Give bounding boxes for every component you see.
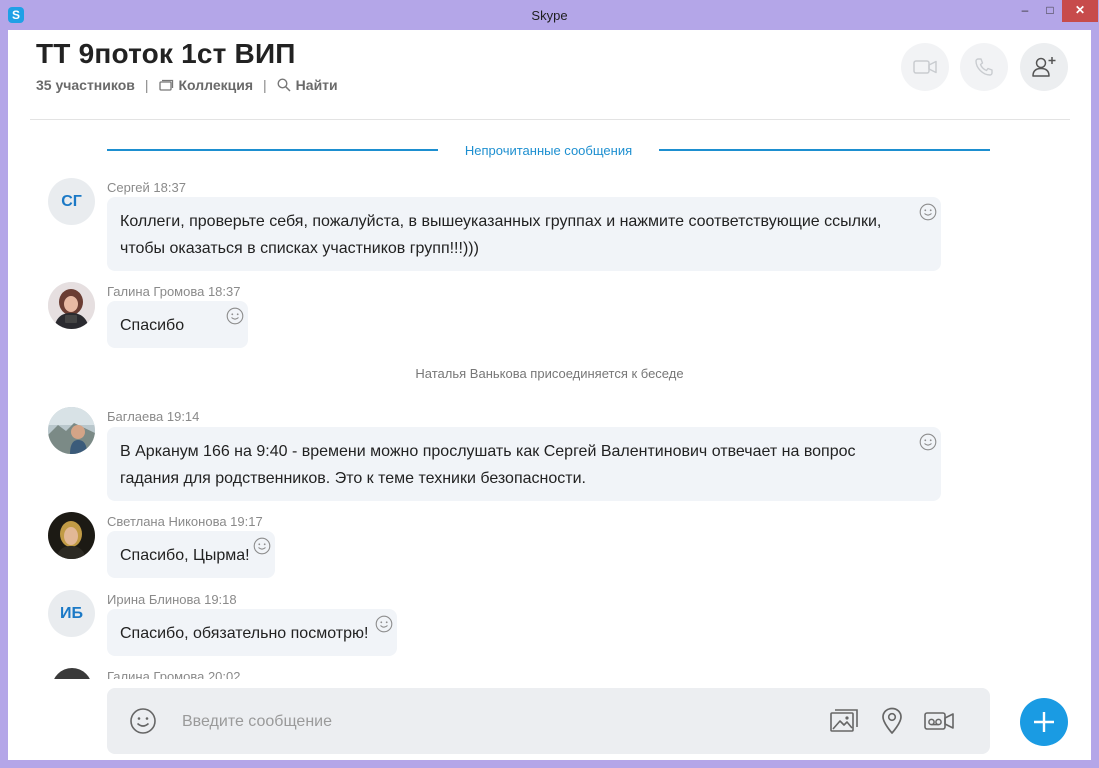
video-message-icon bbox=[924, 712, 954, 730]
message-bubble[interactable]: Коллеги, проверьте себя, пожалуйста, в в… bbox=[107, 197, 941, 271]
message-bubble[interactable]: Спасибо bbox=[107, 301, 248, 348]
plus-icon bbox=[1034, 712, 1054, 732]
avatar-photo-svetlana bbox=[48, 512, 95, 559]
chat-meta-bar: 35 участников | Коллекция | Найти bbox=[36, 77, 338, 93]
collection-label: Коллекция bbox=[178, 77, 254, 93]
message-meta-partial: Галина Громова 20:02 bbox=[107, 670, 241, 679]
message-text: Спасибо bbox=[120, 317, 185, 334]
system-message: Наталья Ванькова присоединяется к беседе bbox=[415, 366, 684, 381]
unread-divider-line bbox=[659, 149, 990, 151]
smiley-icon[interactable] bbox=[253, 537, 271, 555]
send-location-button[interactable] bbox=[876, 706, 908, 736]
minimize-button[interactable]: – bbox=[1012, 0, 1038, 22]
avatar-svetlana[interactable] bbox=[48, 512, 95, 559]
message-text: Спасибо, обязательно посмотрю! bbox=[120, 625, 369, 642]
message-bubble[interactable]: Спасибо, обязательно посмотрю! bbox=[107, 609, 397, 656]
avatar-galina[interactable] bbox=[48, 282, 95, 329]
maximize-button[interactable]: □ bbox=[1038, 0, 1062, 22]
chat-title[interactable]: ТТ 9поток 1ст ВИП bbox=[36, 38, 296, 70]
media-icon bbox=[830, 709, 858, 732]
message-bubble[interactable]: В Арканум 166 на 9:40 - времени можно пр… bbox=[107, 427, 941, 501]
location-icon bbox=[882, 707, 902, 734]
add-content-button[interactable] bbox=[1020, 698, 1068, 746]
video-call-icon bbox=[913, 60, 937, 74]
avatar-baglaeva[interactable] bbox=[48, 407, 95, 454]
message-meta: Сергей 18:37 bbox=[107, 180, 186, 195]
message-text: Коллеги, проверьте себя, пожалуйста, в в… bbox=[120, 213, 882, 257]
video-call-button[interactable] bbox=[901, 43, 949, 91]
audio-call-icon bbox=[975, 58, 993, 76]
search-label: Найти bbox=[295, 77, 338, 93]
search-icon bbox=[277, 78, 291, 92]
message-input-placeholder[interactable]: Введите сообщение bbox=[182, 713, 332, 731]
message-meta: Светлана Никонова 19:17 bbox=[107, 514, 263, 529]
meta-separator: | bbox=[144, 77, 149, 93]
message-bubble[interactable]: Спасибо, Цырма! bbox=[107, 531, 275, 578]
smiley-icon[interactable] bbox=[919, 203, 937, 221]
audio-call-button[interactable] bbox=[960, 43, 1008, 91]
add-people-button[interactable] bbox=[1020, 43, 1068, 91]
video-message-button[interactable] bbox=[923, 706, 955, 736]
collection-icon bbox=[158, 79, 173, 91]
unread-divider-line bbox=[107, 149, 438, 151]
message-meta: Ирина Блинова 19:18 bbox=[107, 592, 237, 607]
smiley-icon[interactable] bbox=[226, 307, 244, 325]
window-title: Skype bbox=[531, 8, 568, 23]
unread-divider-label: Непрочитанные сообщения bbox=[464, 143, 633, 158]
avatar-photo-galina bbox=[48, 282, 95, 329]
send-media-button[interactable] bbox=[828, 706, 860, 736]
header-divider bbox=[30, 119, 1070, 120]
message-text: В Арканум 166 на 9:40 - времени можно пр… bbox=[120, 443, 856, 487]
close-button[interactable]: ✕ bbox=[1062, 0, 1098, 22]
smiley-icon[interactable] bbox=[919, 433, 937, 451]
participants-count[interactable]: 35 участников bbox=[36, 77, 135, 93]
emoji-icon[interactable] bbox=[129, 707, 157, 735]
smiley-icon[interactable] bbox=[375, 615, 393, 633]
search-link[interactable]: Найти bbox=[277, 77, 338, 93]
message-composer[interactable]: Введите сообщение bbox=[107, 688, 990, 754]
chat-window: ТТ 9поток 1ст ВИП 35 участников | Коллек… bbox=[8, 30, 1091, 760]
meta-separator: | bbox=[263, 77, 267, 93]
avatar-photo-baglaeva bbox=[48, 407, 95, 454]
window-titlebar: S Skype – □ ✕ bbox=[0, 0, 1099, 30]
message-text: Спасибо, Цырма! bbox=[120, 547, 250, 564]
avatar-irina[interactable]: ИБ bbox=[48, 590, 95, 637]
collection-link[interactable]: Коллекция bbox=[158, 77, 254, 93]
message-meta: Баглаева 19:14 bbox=[107, 409, 200, 424]
avatar-sergey[interactable]: СГ bbox=[48, 178, 95, 225]
add-person-icon bbox=[1032, 57, 1056, 77]
avatar-galina-partial[interactable] bbox=[52, 668, 92, 679]
message-meta: Галина Громова 18:37 bbox=[107, 284, 241, 299]
